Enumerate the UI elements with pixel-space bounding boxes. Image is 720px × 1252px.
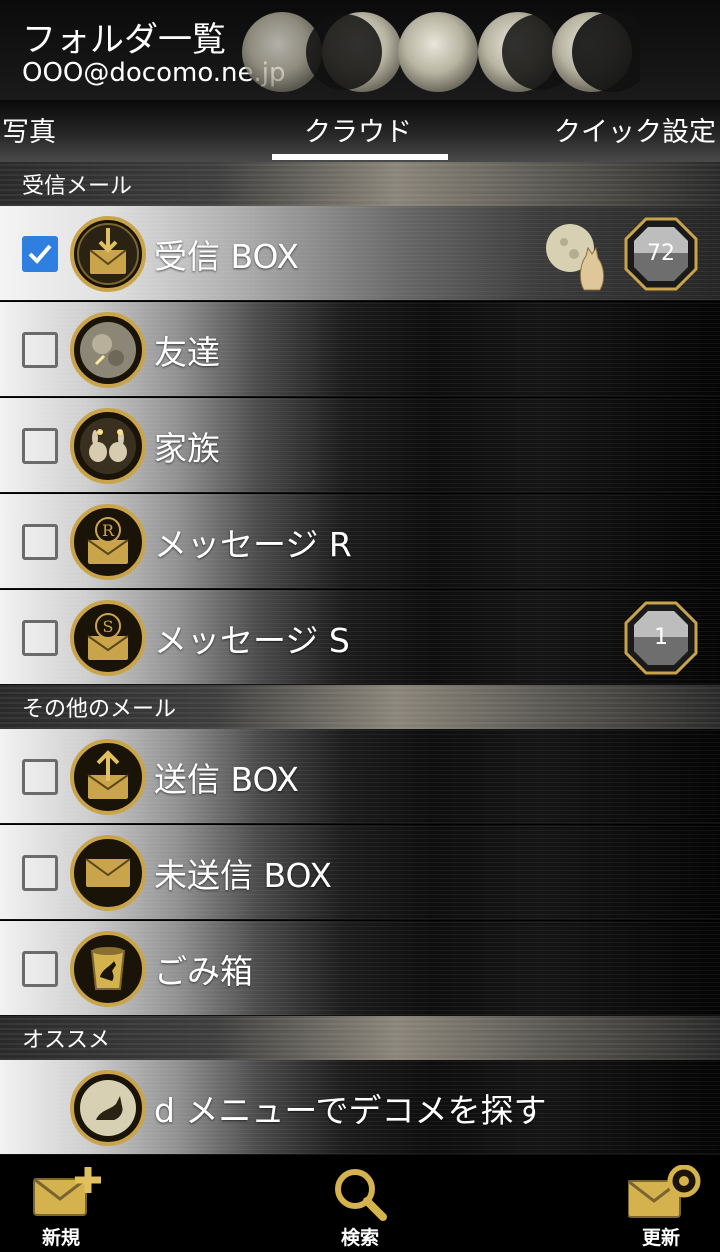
refresh-button[interactable]: 更新	[616, 1161, 706, 1249]
section-header-recommend: オススメ	[0, 1016, 720, 1060]
folder-checkbox[interactable]	[22, 759, 58, 795]
svg-text:S: S	[103, 617, 114, 636]
badge-count: 72	[647, 241, 675, 266]
moon-phases-decoration	[242, 12, 640, 92]
folder-label: メッセージ R	[154, 525, 352, 564]
search-icon	[335, 1169, 387, 1221]
folder-label: 未送信 BOX	[154, 856, 333, 895]
folder-checkbox[interactable]	[22, 236, 58, 272]
folder-checkbox[interactable]	[22, 951, 58, 987]
folder-row-message-s[interactable]: S メッセージ S 1	[0, 590, 720, 685]
recommend-label: d メニューでデコメを探す	[154, 1091, 547, 1130]
folder-label: 受信 BOX	[154, 237, 300, 276]
refresh-label: 更新	[641, 1227, 680, 1249]
tab-cloud[interactable]: クラウド	[304, 110, 412, 149]
search-label: 検索	[340, 1227, 379, 1249]
search-button[interactable]: 検索	[315, 1161, 405, 1249]
folder-checkbox[interactable]	[22, 620, 58, 656]
section-label: その他のメール	[22, 697, 177, 722]
badge-count: 1	[654, 625, 668, 650]
svg-text:R: R	[102, 521, 115, 540]
section-label: オススメ	[22, 1028, 111, 1053]
tab-quick-settings[interactable]: クイック設定	[554, 110, 716, 149]
message-r-icon: R	[70, 504, 146, 580]
trash-icon	[70, 931, 146, 1007]
folder-row-family[interactable]: 家族	[0, 398, 720, 493]
folder-checkbox[interactable]	[22, 855, 58, 891]
header: フォルダ一覧 OOO@docomo.ne.jp	[0, 0, 720, 100]
folder-row-drafts[interactable]: 未送信 BOX	[0, 825, 720, 920]
folder-label: 送信 BOX	[154, 760, 300, 799]
message-s-icon: S	[70, 600, 146, 676]
recommend-row-dmenu[interactable]: d メニューでデコメを探す	[0, 1060, 720, 1155]
folder-row-trash[interactable]: ごみ箱	[0, 921, 720, 1016]
refresh-mail-icon	[628, 1165, 701, 1218]
unread-count-badge: 1	[624, 601, 698, 675]
section-header-other: その他のメール	[0, 685, 720, 729]
folder-label: ごみ箱	[154, 952, 253, 991]
new-mail-label: 新規	[41, 1227, 80, 1249]
folder-label: メッセージ S	[154, 621, 350, 660]
moon-fox-icon	[546, 224, 605, 291]
friends-moon-icon	[70, 312, 146, 388]
section-header-inbox: 受信メール	[0, 162, 720, 206]
new-mail-button[interactable]: 新規	[16, 1161, 106, 1249]
folder-row-message-r[interactable]: R メッセージ R	[0, 494, 720, 589]
folder-label: 家族	[154, 429, 220, 468]
bottom-toolbar: 新規 検索 更新	[0, 1155, 720, 1252]
section-label: 受信メール	[22, 174, 133, 199]
checkmark-icon	[28, 244, 52, 264]
folder-checkbox[interactable]	[22, 428, 58, 464]
family-rabbits-icon	[70, 408, 146, 484]
active-tab-indicator	[272, 154, 448, 160]
outbox-envelope-icon	[70, 739, 146, 815]
folder-row-friends[interactable]: 友達	[0, 302, 720, 397]
new-mail-icon	[33, 1167, 101, 1216]
folder-label: 友達	[154, 333, 220, 372]
folder-row-inbox[interactable]: 受信 BOX 72	[0, 206, 720, 301]
folder-row-outbox[interactable]: 送信 BOX	[0, 729, 720, 824]
inbox-envelope-icon	[70, 216, 146, 292]
folder-checkbox[interactable]	[22, 332, 58, 368]
unread-count-badge: 72	[624, 217, 698, 291]
tab-bar: 写真 クラウド クイック設定	[0, 100, 720, 162]
draft-envelope-icon	[70, 835, 146, 911]
folder-checkbox[interactable]	[22, 524, 58, 560]
rabbit-moon-icon	[70, 1070, 146, 1146]
tab-photos[interactable]: 写真	[2, 110, 56, 149]
page-title: フォルダ一覧	[22, 20, 226, 60]
